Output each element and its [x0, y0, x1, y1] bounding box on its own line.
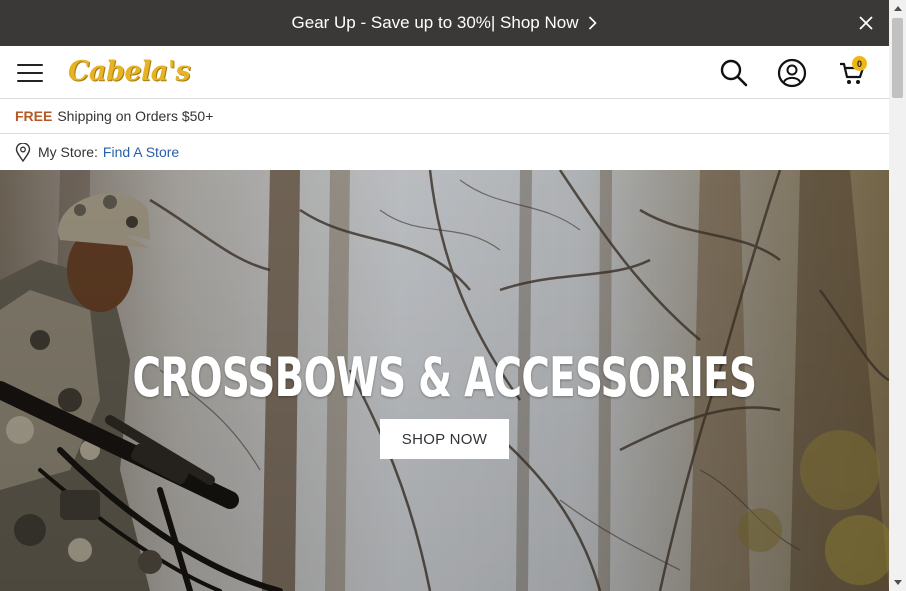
user-account-icon[interactable]	[777, 58, 807, 88]
shipping-bar: FREE Shipping on Orders $50+	[0, 99, 889, 134]
hamburger-menu-icon[interactable]	[17, 64, 43, 82]
site-header: Cabela's 0	[0, 46, 889, 99]
free-label: FREE	[15, 108, 53, 124]
shop-now-button[interactable]: SHOP NOW	[380, 419, 509, 459]
my-store-label: My Store:	[38, 144, 98, 160]
scroll-up-arrow-icon[interactable]	[889, 0, 906, 17]
promo-text: Gear Up - Save up to 30%| Shop Now	[291, 13, 579, 32]
page: Gear Up - Save up to 30%| Shop Now Cabel…	[0, 0, 889, 591]
search-icon[interactable]	[719, 58, 749, 88]
scroll-down-arrow-icon[interactable]	[889, 574, 906, 591]
location-pin-icon	[15, 142, 31, 162]
shipping-text: Shipping on Orders $50+	[57, 108, 214, 124]
store-bar: My Store: Find A Store	[0, 134, 889, 170]
hero-title: CROSSBOWS & ACCESSORIES	[132, 346, 757, 409]
vertical-scrollbar[interactable]	[889, 0, 906, 591]
close-icon[interactable]	[857, 14, 875, 32]
cart-icon[interactable]: 0	[838, 56, 868, 88]
find-a-store-link[interactable]: Find A Store	[103, 144, 179, 160]
cart-count-badge: 0	[852, 56, 867, 71]
scrollbar-thumb[interactable]	[892, 18, 903, 98]
chevron-right-icon	[588, 16, 598, 30]
cabelas-logo[interactable]: Cabela's	[68, 56, 191, 87]
promo-link[interactable]: Gear Up - Save up to 30%| Shop Now	[0, 0, 889, 46]
promo-banner: Gear Up - Save up to 30%| Shop Now	[0, 0, 889, 46]
hero-banner[interactable]: CROSSBOWS & ACCESSORIES SHOP NOW	[0, 170, 889, 591]
